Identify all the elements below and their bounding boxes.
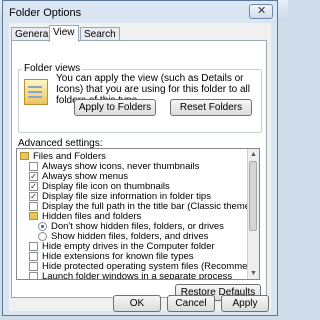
cancel-button[interactable]: Cancel [167, 295, 215, 312]
apply-button[interactable]: Apply [221, 295, 269, 312]
tab-label: General [15, 29, 51, 40]
checkbox[interactable] [29, 262, 38, 271]
checkbox[interactable] [29, 252, 38, 261]
ok-button[interactable]: OK [113, 295, 161, 312]
option-label: Launch folder windows in a separate proc… [42, 271, 233, 280]
checkbox[interactable] [29, 242, 38, 251]
close-button[interactable]: ✕ [249, 4, 273, 19]
dialog-body: General View Search Folder views You can… [9, 23, 271, 312]
radio[interactable] [38, 232, 47, 241]
apply-to-folders-button[interactable]: Apply to Folders [74, 99, 156, 116]
folder-icon [20, 152, 29, 160]
tab-label: View [53, 27, 75, 38]
close-icon: ✕ [257, 5, 267, 17]
window-title: Folder Options [9, 7, 82, 19]
tab-label: Search [84, 29, 116, 40]
checkbox[interactable] [29, 272, 38, 279]
checkbox-checked[interactable]: ✓ [29, 172, 38, 181]
vertical-scrollbar[interactable]: ▲ ▼ [247, 149, 259, 279]
scroll-up-arrow-icon[interactable]: ▲ [248, 149, 259, 160]
folder-options-dialog: Folder Options ✕ General View Search Fol… [2, 0, 278, 316]
tab-search[interactable]: Search [80, 27, 120, 41]
advanced-settings-list[interactable]: Files and Folders Always show icons, nev… [16, 148, 260, 280]
folder-views-icon [24, 79, 48, 105]
folder-icon [29, 212, 38, 220]
scroll-down-arrow-icon[interactable]: ▼ [248, 268, 259, 279]
scrollbar-thumb[interactable] [249, 161, 257, 231]
checkbox-checked[interactable]: ✓ [29, 192, 38, 201]
title-bar[interactable]: Folder Options ✕ [3, 1, 277, 23]
tab-view[interactable]: View [49, 25, 79, 42]
checkbox[interactable] [29, 202, 38, 211]
reset-folders-button[interactable]: Reset Folders [170, 99, 252, 116]
checkbox-checked[interactable]: ✓ [29, 182, 38, 191]
view-tab-panel: Folder views You can apply the view (suc… [11, 40, 267, 301]
checkbox[interactable] [29, 162, 38, 171]
radio-selected[interactable] [38, 222, 47, 231]
